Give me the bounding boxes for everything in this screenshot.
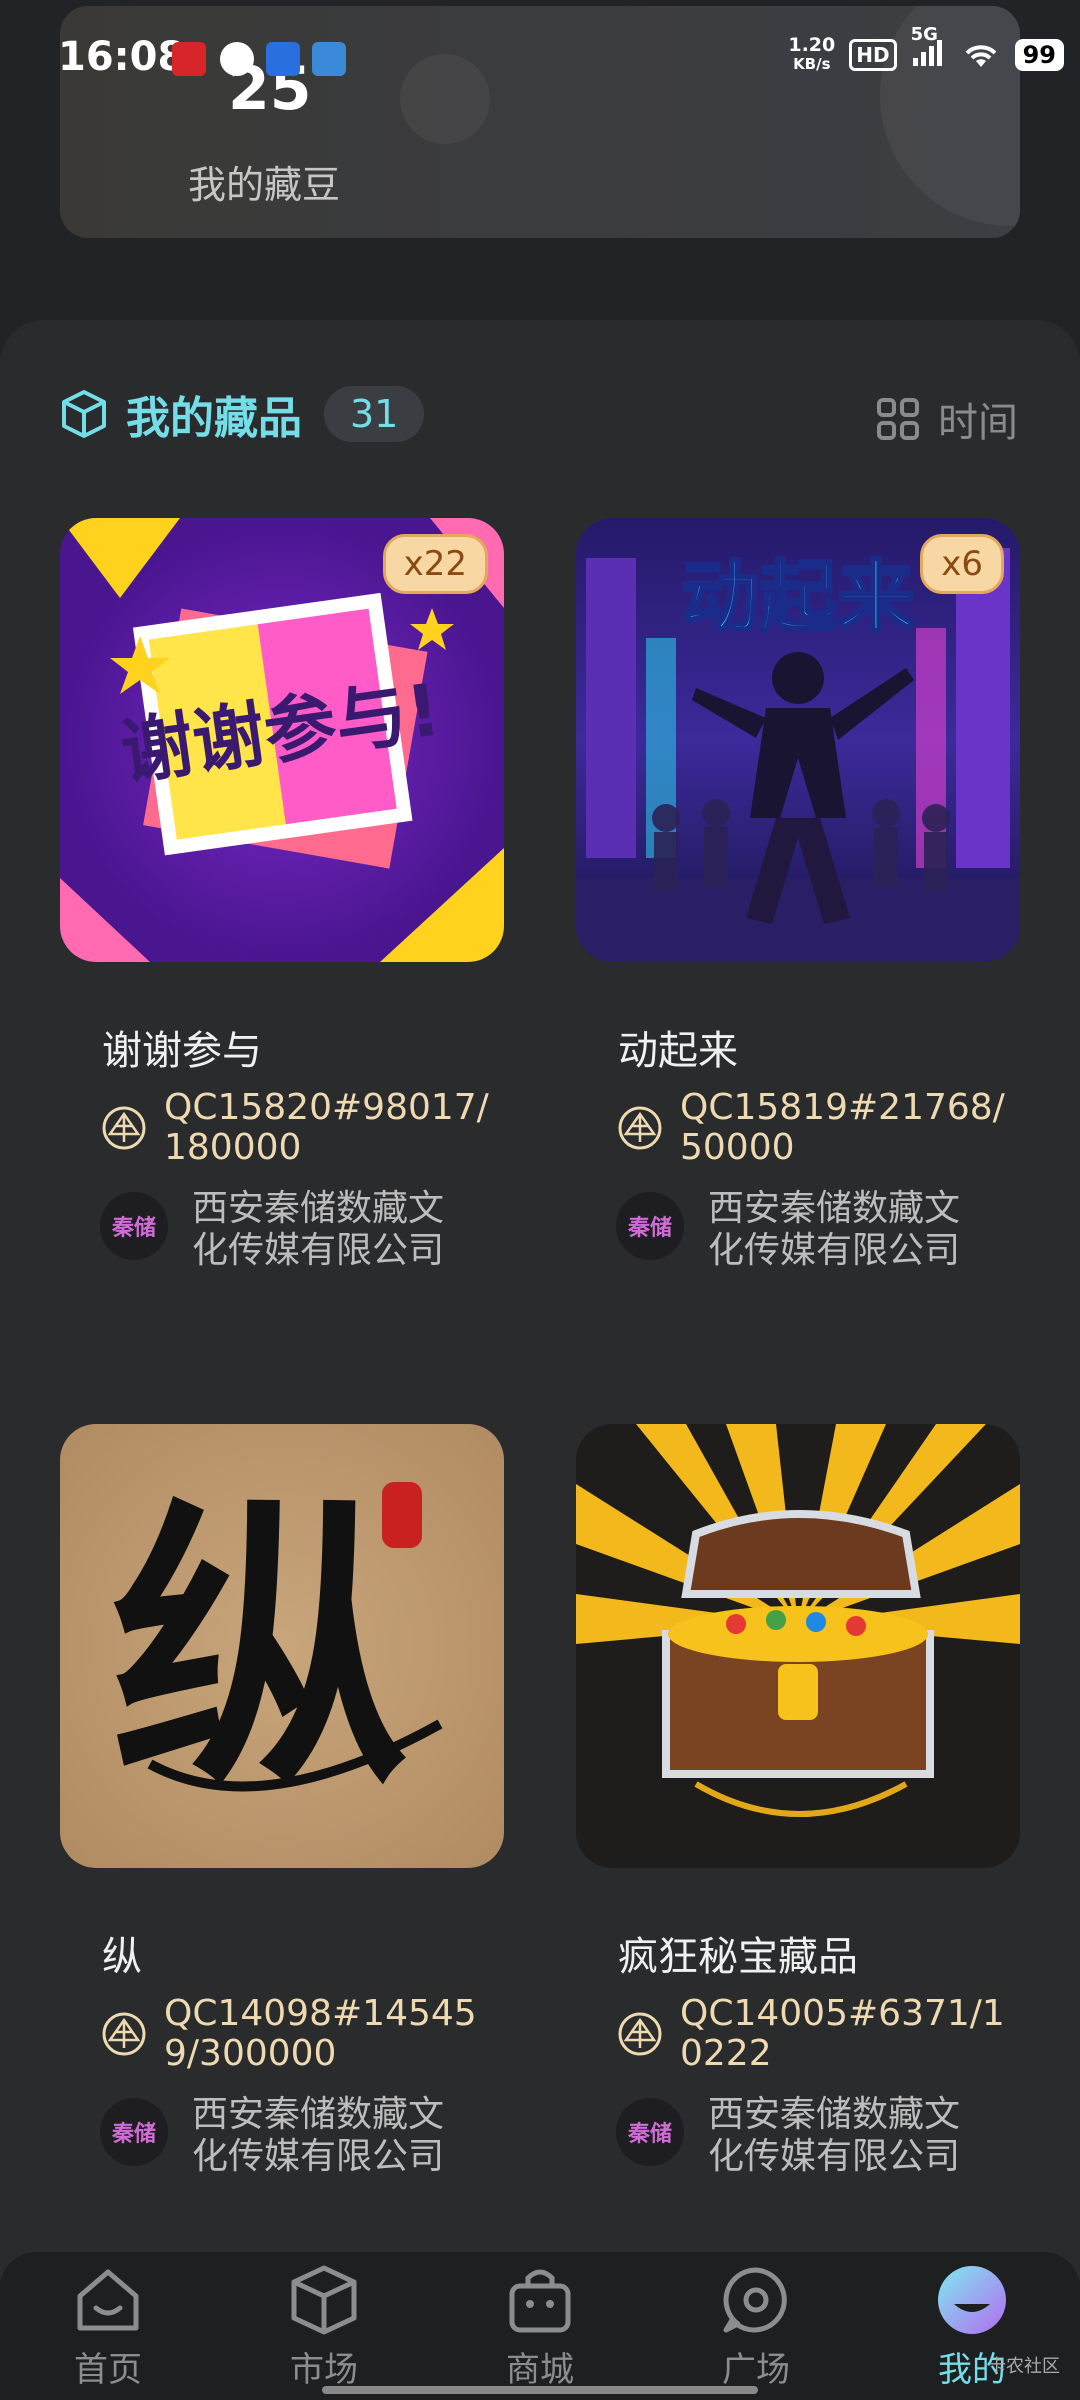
bottom-nav: 首页 市场 商城 广场 我的 — [0, 2252, 1080, 2400]
shopping-bag-icon — [509, 2269, 571, 2333]
calligraphy-art: 纵 — [110, 1472, 443, 1825]
collectible-thumbnail: 动起来 x6 — [576, 518, 1020, 962]
publisher-logo: 秦储 — [616, 1192, 684, 1260]
collection-title: 我的藏品 — [126, 393, 302, 444]
nav-item-home[interactable]: 首页 — [28, 2252, 188, 2400]
publisher-name: 西安秦储数藏文化传媒有限公司 — [708, 2094, 961, 2177]
collectible-name: 动起来 — [618, 1028, 738, 1074]
collectible-name: 谢谢参与 — [102, 1028, 262, 1074]
signal-icon: 5G — [911, 24, 947, 73]
cang-dou-label: 我的藏豆 — [188, 163, 341, 207]
watermark: 卡农社区 — [988, 2356, 1060, 2377]
nav-label: 首页 — [74, 2350, 142, 2390]
publisher-name: 西安秦储数藏文化传媒有限公司 — [192, 2094, 445, 2177]
publisher-name: 西安秦储数藏文化传媒有限公司 — [708, 1188, 961, 1271]
app-notification-icon-3 — [312, 42, 346, 76]
status-time: 16:08 — [58, 34, 186, 80]
speed-value: 1.20 — [788, 34, 836, 56]
sort-label: 时间 — [938, 400, 1018, 446]
nav-item-plaza[interactable]: 广场 — [676, 2252, 836, 2400]
network-speed: 1.20 KB/s — [788, 36, 835, 74]
wifi-icon — [965, 45, 996, 67]
chain-icon — [102, 2012, 146, 2056]
cube-icon — [62, 390, 106, 438]
chain-icon — [618, 2012, 662, 2056]
collectible-card[interactable]: 谢谢参与! x22 谢谢参与 QC15820#98017/180000 秦储 西… — [60, 518, 504, 1271]
profile-icon — [938, 2266, 1006, 2334]
chain-icon — [618, 1106, 662, 1150]
cube-icon — [291, 2265, 357, 2335]
collectible-card[interactable]: 疯狂秘宝藏品 QC14005#6371/10222 秦储 西安秦储数藏文化传媒有… — [576, 1424, 1020, 2177]
treasure-chest-art — [576, 1424, 1020, 1817]
collectible-name: 疯狂秘宝藏品 — [618, 1934, 858, 1980]
home-icon — [77, 2269, 139, 2331]
serial-row: QC14098#145459/300000 — [100, 1994, 504, 2074]
publisher-logo: 秦储 — [616, 2098, 684, 2166]
collectible-card[interactable]: 纵 纵 QC14098#145459/300000 秦储 西安秦储数藏文化传媒有… — [60, 1424, 504, 2177]
serial-code: QC15820#98017/180000 — [164, 1087, 489, 1168]
collectible-thumbnail: 纵 — [60, 1424, 504, 1868]
publisher-logo: 秦储 — [100, 2098, 168, 2166]
thumb-text: 动起来 — [681, 553, 915, 643]
nav-label: 市场 — [290, 2350, 358, 2390]
serial-code: QC15819#21768/50000 — [680, 1087, 1005, 1168]
nav-item-shop[interactable]: 商城 — [460, 2252, 620, 2400]
collection-header: 我的藏品 31 — [58, 382, 425, 446]
publisher-logo: 秦储 — [100, 1192, 168, 1260]
quantity-badge: x22 — [382, 534, 488, 594]
publisher-row: 秦储 西安秦储数藏文化传媒有限公司 — [616, 2094, 978, 2178]
sort-toggle[interactable]: 时间 — [876, 390, 1018, 448]
app-notification-icon — [172, 42, 206, 76]
status-bar: 16:08 1.20 KB/s HD 5G 99 — [0, 0, 1080, 120]
battery-indicator: 99 — [1014, 39, 1064, 71]
chat-notification-icon — [220, 42, 254, 76]
grid-icon — [877, 398, 919, 440]
hd-badge: HD — [849, 39, 897, 71]
nav-item-market[interactable]: 市场 — [244, 2252, 404, 2400]
collection-panel: 我的藏品 31 时间 谢谢参与! x22 谢谢参与 QC15820#98017/… — [0, 320, 1080, 2280]
serial-code: QC14098#145459/300000 — [164, 1993, 477, 2074]
collectible-thumbnail: 谢谢参与! x22 — [60, 518, 504, 962]
publisher-row: 秦储 西安秦储数藏文化传媒有限公司 — [616, 1188, 978, 1272]
serial-code: QC14005#6371/10222 — [680, 1993, 1005, 2074]
serial-row: QC15820#98017/180000 — [100, 1088, 504, 1168]
app-notification-icon-2 — [266, 42, 300, 76]
publisher-row: 秦储 西安秦储数藏文化传媒有限公司 — [100, 2094, 462, 2178]
publisher-name: 西安秦储数藏文化传媒有限公司 — [192, 1188, 445, 1271]
collectible-name: 纵 — [102, 1934, 142, 1980]
serial-row: QC15819#21768/50000 — [616, 1088, 1020, 1168]
speed-unit: KB/s — [793, 55, 831, 73]
nav-label: 商城 — [506, 2350, 574, 2390]
collectible-thumbnail — [576, 1424, 1020, 1868]
collectible-card[interactable]: 动起来 x6 动起来 QC15819#21768/50000 秦储 西安秦储数藏… — [576, 518, 1020, 1271]
publisher-row: 秦储 西安秦储数藏文化传媒有限公司 — [100, 1188, 462, 1272]
chat-bubble-icon — [723, 2267, 787, 2333]
chain-icon — [102, 1106, 146, 1150]
home-indicator[interactable] — [322, 2386, 758, 2394]
serial-row: QC14005#6371/10222 — [616, 1994, 1020, 2074]
network-type: 5G — [910, 23, 938, 45]
quantity-badge: x6 — [920, 534, 1004, 594]
nav-label: 广场 — [722, 2350, 790, 2390]
collection-count: 31 — [324, 386, 425, 442]
